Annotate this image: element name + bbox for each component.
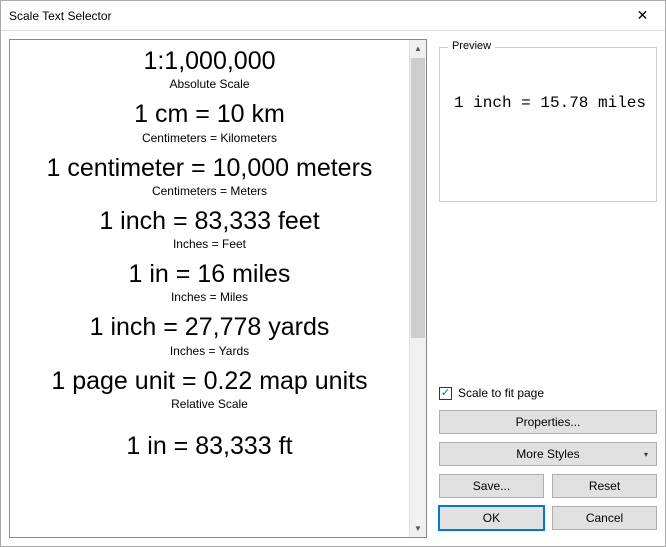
- controls-column: Preview 1 inch = 15.78 miles ✓ Scale to …: [427, 39, 657, 538]
- list-item-main: 1 cm = 10 km: [14, 99, 405, 130]
- list-item-sub: Inches = Feet: [14, 237, 405, 251]
- close-icon: ✕: [637, 7, 649, 24]
- list-item[interactable]: 1 in = 16 miles Inches = Miles: [10, 257, 409, 310]
- close-button[interactable]: ✕: [620, 1, 665, 31]
- list-item[interactable]: 1 cm = 10 km Centimeters = Kilometers: [10, 97, 409, 150]
- button-label: More Styles: [516, 447, 579, 461]
- button-label: Reset: [589, 479, 620, 493]
- more-styles-button[interactable]: More Styles ▾: [439, 442, 657, 466]
- cancel-button[interactable]: Cancel: [552, 506, 657, 530]
- list-item-main: 1 in = 83,333 ft: [14, 431, 405, 462]
- scale-to-fit-checkbox[interactable]: ✓ Scale to fit page: [439, 386, 657, 400]
- button-label: Cancel: [586, 511, 623, 525]
- list-item-main: 1 inch = 83,333 feet: [14, 206, 405, 237]
- checkbox-icon: ✓: [439, 387, 452, 400]
- list-item[interactable]: 1 inch = 83,333 feet Inches = Feet: [10, 204, 409, 257]
- list-item[interactable]: 1 in = 83,333 ft: [10, 417, 409, 456]
- preview-text: 1 inch = 15.78 miles: [450, 68, 646, 112]
- dialog-content: 1:1,000,000 Absolute Scale 1 cm = 10 km …: [1, 31, 665, 546]
- ok-button[interactable]: OK: [439, 506, 544, 530]
- title-bar: Scale Text Selector ✕: [1, 1, 665, 31]
- list-item-main: 1 page unit = 0.22 map units: [14, 366, 405, 397]
- preview-group: Preview 1 inch = 15.78 miles: [439, 47, 657, 202]
- reset-button[interactable]: Reset: [552, 474, 657, 498]
- list-item-sub: Inches = Miles: [14, 290, 405, 304]
- button-label: Save...: [473, 479, 510, 493]
- list-item[interactable]: 1 page unit = 0.22 map units Relative Sc…: [10, 364, 409, 417]
- scroll-up-icon[interactable]: ▲: [410, 40, 426, 57]
- list-item-main: 1 inch = 27,778 yards: [14, 312, 405, 343]
- list-item-main: 1:1,000,000: [14, 46, 405, 77]
- list-item[interactable]: 1 inch = 27,778 yards Inches = Yards: [10, 310, 409, 363]
- spacer: [439, 202, 657, 386]
- button-label: OK: [483, 511, 500, 525]
- button-label: Properties...: [516, 415, 581, 429]
- chevron-down-icon: ▾: [644, 450, 648, 459]
- list-item[interactable]: 1:1,000,000 Absolute Scale: [10, 44, 409, 97]
- scrollbar-thumb[interactable]: [411, 58, 425, 338]
- window-title: Scale Text Selector: [9, 9, 112, 23]
- styles-list[interactable]: 1:1,000,000 Absolute Scale 1 cm = 10 km …: [9, 39, 427, 538]
- styles-scroll-area: 1:1,000,000 Absolute Scale 1 cm = 10 km …: [10, 40, 409, 537]
- list-item-sub: Relative Scale: [14, 397, 405, 411]
- list-item-main: 1 centimeter = 10,000 meters: [14, 153, 405, 184]
- list-item[interactable]: 1 centimeter = 10,000 meters Centimeters…: [10, 151, 409, 204]
- list-item-sub: Inches = Yards: [14, 344, 405, 358]
- list-item-sub: Centimeters = Meters: [14, 184, 405, 198]
- styles-column: 1:1,000,000 Absolute Scale 1 cm = 10 km …: [9, 39, 427, 538]
- checkbox-label: Scale to fit page: [458, 386, 544, 400]
- preview-legend: Preview: [448, 40, 495, 52]
- list-item-sub: Absolute Scale: [14, 77, 405, 91]
- scrollbar[interactable]: ▲ ▼: [409, 40, 426, 537]
- list-item-sub: Centimeters = Kilometers: [14, 131, 405, 145]
- scroll-down-icon[interactable]: ▼: [410, 520, 426, 537]
- properties-button[interactable]: Properties...: [439, 410, 657, 434]
- save-button[interactable]: Save...: [439, 474, 544, 498]
- list-item-main: 1 in = 16 miles: [14, 259, 405, 290]
